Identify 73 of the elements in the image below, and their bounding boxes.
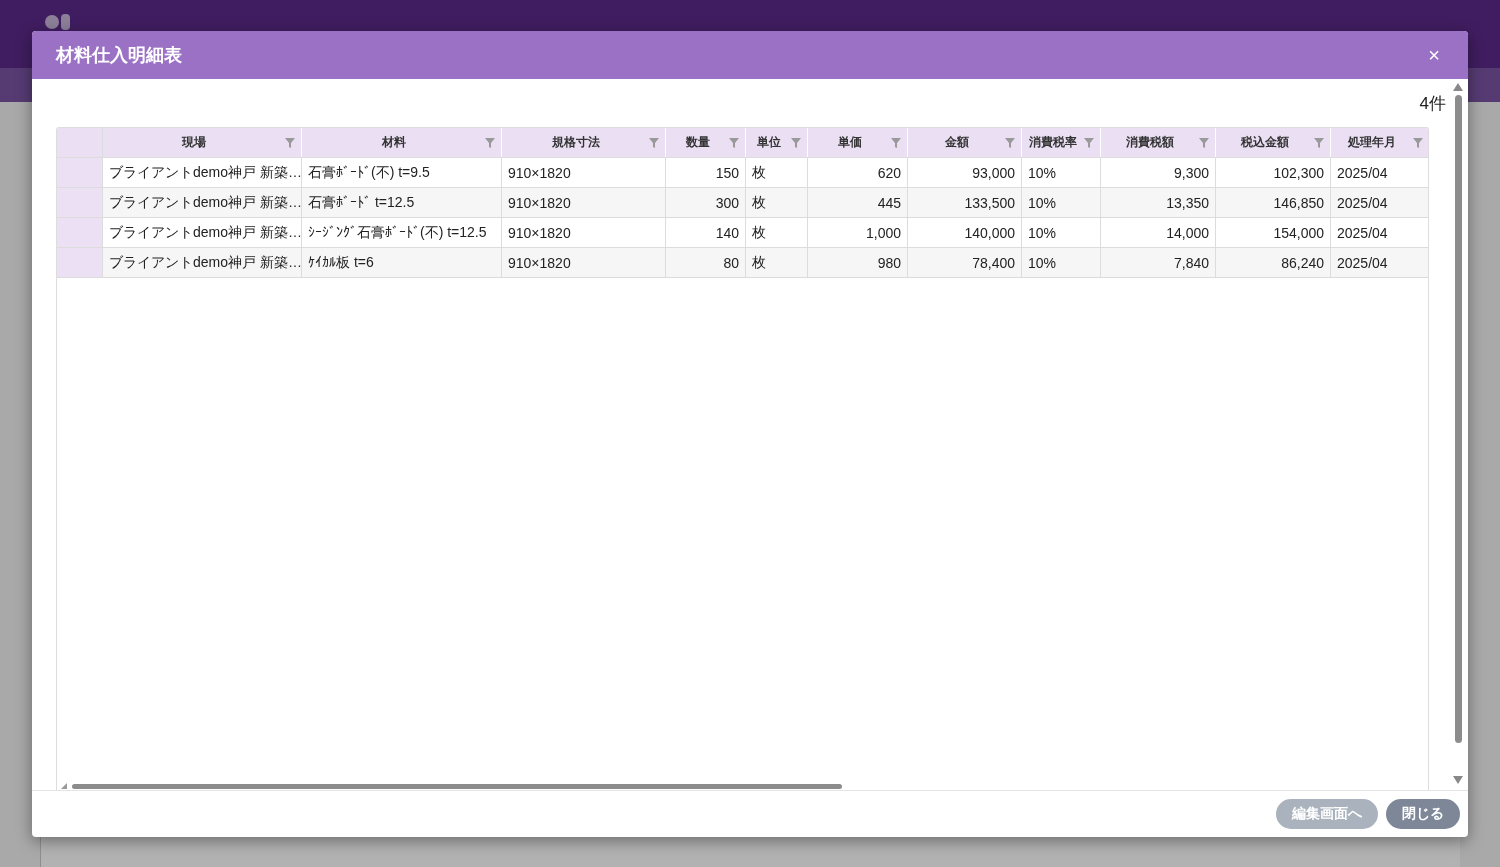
table-cell: 13,350 bbox=[1101, 188, 1216, 217]
filter-icon[interactable] bbox=[1084, 138, 1094, 148]
column-header[interactable]: 税込金額 bbox=[1216, 128, 1331, 157]
table-cell: 910×1820 bbox=[502, 158, 666, 187]
table-cell: ブライアントdemo神戸 新築… bbox=[103, 248, 302, 277]
table-cell: 10% bbox=[1022, 158, 1101, 187]
dialog-button[interactable]: 閉じる bbox=[1386, 799, 1460, 829]
table-cell: 140 bbox=[666, 218, 746, 247]
table-cell: 2025/04 bbox=[1331, 248, 1428, 277]
table-cell: ｼｰｼﾞﾝｸﾞ石膏ﾎﾞｰﾄﾞ(不) t=12.5 bbox=[302, 218, 502, 247]
filter-icon[interactable] bbox=[649, 138, 659, 148]
column-header[interactable]: 単価 bbox=[808, 128, 908, 157]
table-cell: ブライアントdemo神戸 新築… bbox=[103, 188, 302, 217]
table-cell: 2025/04 bbox=[1331, 158, 1428, 187]
table-cell: 枚 bbox=[746, 248, 808, 277]
table-cell: 枚 bbox=[746, 218, 808, 247]
table-cell: 2025/04 bbox=[1331, 188, 1428, 217]
table-cell: 910×1820 bbox=[502, 188, 666, 217]
column-header[interactable]: 数量 bbox=[666, 128, 746, 157]
column-header[interactable]: 消費税額 bbox=[1101, 128, 1216, 157]
table-cell: 620 bbox=[808, 158, 908, 187]
table-cell: 146,850 bbox=[1216, 188, 1331, 217]
column-header[interactable]: 単位 bbox=[746, 128, 808, 157]
table-cell: 154,000 bbox=[1216, 218, 1331, 247]
column-header[interactable]: 処理年月 bbox=[1331, 128, 1428, 157]
filter-icon[interactable] bbox=[1199, 138, 1209, 148]
filter-icon[interactable] bbox=[285, 138, 295, 148]
table-cell: 石膏ﾎﾞｰﾄﾞ(不) t=9.5 bbox=[302, 158, 502, 187]
table-cell: 枚 bbox=[746, 158, 808, 187]
table-cell: 1,000 bbox=[808, 218, 908, 247]
scroll-left-icon[interactable] bbox=[61, 783, 67, 789]
filter-icon[interactable] bbox=[1005, 138, 1015, 148]
filter-icon[interactable] bbox=[891, 138, 901, 148]
filter-icon[interactable] bbox=[485, 138, 495, 148]
column-header[interactable]: 規格寸法 bbox=[502, 128, 666, 157]
table-cell: 枚 bbox=[746, 188, 808, 217]
table-cell: 14,000 bbox=[1101, 218, 1216, 247]
table-cell: 150 bbox=[666, 158, 746, 187]
column-header[interactable]: 金額 bbox=[908, 128, 1022, 157]
table-cell: 7,840 bbox=[1101, 248, 1216, 277]
table-cell: ｹｲｶﾙ板 t=6 bbox=[302, 248, 502, 277]
table-cell: 910×1820 bbox=[502, 218, 666, 247]
column-header[interactable]: 現場 bbox=[103, 128, 302, 157]
table-cell: 300 bbox=[666, 188, 746, 217]
close-button[interactable]: × bbox=[1424, 43, 1444, 67]
table-cell: ブライアントdemo神戸 新築… bbox=[103, 158, 302, 187]
filter-icon[interactable] bbox=[1314, 138, 1324, 148]
filter-icon[interactable] bbox=[729, 138, 739, 148]
table-cell: 980 bbox=[808, 248, 908, 277]
column-header[interactable]: 材料 bbox=[302, 128, 502, 157]
filter-icon[interactable] bbox=[1413, 138, 1423, 148]
table-cell: ブライアントdemo神戸 新築… bbox=[103, 218, 302, 247]
table-cell: 10% bbox=[1022, 248, 1101, 277]
table-cell: 80 bbox=[666, 248, 746, 277]
table-cell: 445 bbox=[808, 188, 908, 217]
table-cell: 910×1820 bbox=[502, 248, 666, 277]
table-cell: 10% bbox=[1022, 218, 1101, 247]
table-cell: 140,000 bbox=[908, 218, 1022, 247]
column-header[interactable]: 消費税率 bbox=[1022, 128, 1101, 157]
filter-icon[interactable] bbox=[791, 138, 801, 148]
table-cell: 石膏ﾎﾞｰﾄﾞ t=12.5 bbox=[302, 188, 502, 217]
table-cell: 93,000 bbox=[908, 158, 1022, 187]
table-cell: 78,400 bbox=[908, 248, 1022, 277]
table-cell: 133,500 bbox=[908, 188, 1022, 217]
scroll-up-icon[interactable] bbox=[1453, 83, 1463, 91]
table-cell: 10% bbox=[1022, 188, 1101, 217]
table-cell: 2025/04 bbox=[1331, 218, 1428, 247]
scroll-down-icon[interactable] bbox=[1453, 776, 1463, 784]
table-cell: 86,240 bbox=[1216, 248, 1331, 277]
dialog-title: 材料仕入明細表 bbox=[56, 44, 182, 67]
table-cell: 9,300 bbox=[1101, 158, 1216, 187]
table-cell: 102,300 bbox=[1216, 158, 1331, 187]
record-count: 4件 bbox=[1419, 92, 1446, 115]
